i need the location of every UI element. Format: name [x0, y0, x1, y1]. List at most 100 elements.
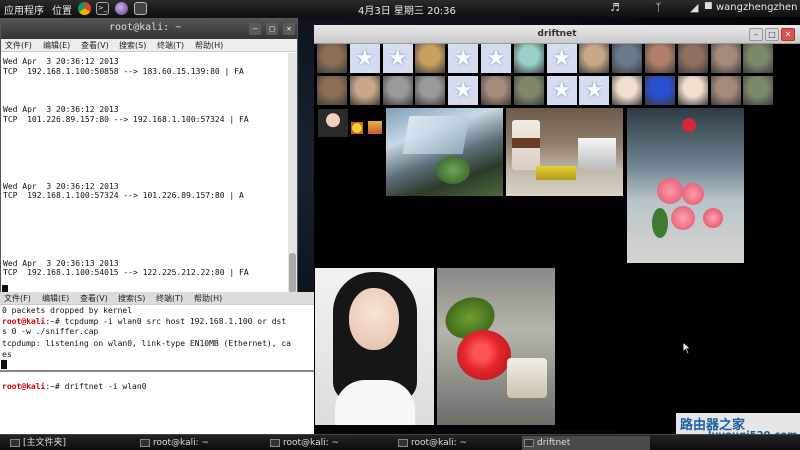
photo-thumb[interactable]	[710, 44, 741, 73]
photo-thumb[interactable]	[317, 44, 347, 73]
terminal-window-top[interactable]: root@kali: ~ – □ ✕ 文件(F) 编辑(E) 查看(V) 搜索(…	[0, 18, 298, 296]
star-placeholder[interactable]: ★	[546, 76, 577, 105]
rose-thumb[interactable]	[645, 76, 675, 105]
photo-thumb[interactable]	[579, 44, 610, 73]
star-placeholder[interactable]: ★	[448, 76, 479, 105]
bluetooth-icon[interactable]: ᛉ	[655, 1, 662, 14]
menu-help[interactable]: 帮助(H)	[194, 294, 222, 303]
star-icon: ★	[486, 46, 506, 71]
star-placeholder[interactable]: ★	[448, 44, 479, 73]
photo-thumb[interactable]	[317, 76, 347, 105]
terminal-icon	[270, 439, 280, 447]
red-rose-photo[interactable]	[437, 268, 555, 425]
photo-thumb[interactable]	[612, 44, 643, 73]
terminal-line: es	[2, 350, 12, 359]
star-icon: ★	[453, 78, 474, 103]
terminal-titlebar[interactable]: root@kali: ~ – □ ✕	[1, 19, 297, 39]
office-plants-photo[interactable]	[386, 108, 503, 196]
photo-thumb[interactable]	[743, 76, 774, 105]
maximize-button[interactable]: □	[765, 28, 779, 41]
star-placeholder[interactable]: ★	[481, 44, 511, 73]
menu-view[interactable]: 查看(V)	[81, 41, 109, 50]
anime-thumb[interactable]	[513, 44, 544, 73]
gray-thumb[interactable]	[382, 76, 413, 105]
flowers-photo[interactable]	[627, 108, 744, 263]
terminal-line: Wed Apr 3 20:36:12 2013	[3, 181, 119, 191]
small-portrait[interactable]	[318, 109, 348, 137]
photo-thumb[interactable]	[481, 76, 511, 105]
chrome-icon[interactable]	[78, 2, 91, 15]
terminal-window-middle[interactable]: 文件(F) 编辑(E) 查看(V) 搜索(S) 终端(T) 帮助(H) 0 pa…	[0, 292, 314, 370]
iceweasel-icon[interactable]	[115, 2, 128, 15]
menu-edit[interactable]: 编辑(E)	[42, 294, 69, 303]
scrollbar-thumb[interactable]	[289, 253, 296, 293]
terminal-icon	[140, 439, 150, 447]
photo-thumb[interactable]	[349, 76, 380, 105]
cartoon-thumb[interactable]	[612, 76, 643, 105]
photo-thumb[interactable]	[513, 76, 544, 105]
photo-thumb[interactable]	[743, 44, 774, 73]
screenshot-icon[interactable]	[134, 2, 147, 15]
terminal-line: Wed Apr 3 20:36:12 2013	[3, 105, 119, 114]
terminal-output[interactable]: Wed Apr 3 20:36:12 2013 TCP 192.168.1.100…	[1, 53, 289, 293]
coffee-books-photo[interactable]	[506, 108, 623, 196]
photo-thumb[interactable]	[677, 44, 708, 73]
volume-icon[interactable]: ♬	[610, 1, 620, 14]
menu-terminal[interactable]: 终端(T)	[157, 41, 184, 50]
tiny-icon[interactable]	[368, 121, 382, 134]
user-name[interactable]: wangzhengzhen	[716, 2, 798, 13]
terminal-menubar: 文件(F) 编辑(E) 查看(V) 搜索(S) 终端(T) 帮助(H)	[1, 39, 297, 52]
command-text: :~# tcpdump -i wlan0 src host 192.168.1.…	[45, 317, 287, 326]
terminal-line: TCP 192.168.1.100:50858 --> 183.60.15.13…	[3, 66, 244, 76]
menu-file[interactable]: 文件(F)	[5, 41, 32, 50]
terminal-icon[interactable]: >_	[96, 2, 109, 15]
terminal-line: Wed Apr 3 20:36:12 2013	[3, 57, 119, 66]
taskbar-item-driftnet[interactable]: driftnet	[522, 436, 650, 450]
photo-thumb[interactable]	[710, 76, 741, 105]
menu-view[interactable]: 查看(V)	[80, 294, 108, 303]
taskbar-item-home-folder[interactable]: [主文件夹]	[8, 436, 132, 450]
applications-menu[interactable]: 应用程序	[4, 2, 44, 17]
star-placeholder[interactable]: ★	[579, 76, 610, 105]
taskbar-label: root@kali: ~	[283, 438, 340, 448]
scrollbar[interactable]	[288, 53, 297, 295]
menu-search[interactable]: 搜索(S)	[118, 294, 145, 303]
close-button[interactable]: ✕	[283, 23, 295, 35]
star-icon: ★	[387, 46, 408, 71]
minimize-button[interactable]: –	[749, 28, 763, 41]
network-icon[interactable]: ◢	[690, 1, 698, 14]
terminal-line: 0 packets dropped by kernel	[2, 306, 133, 315]
taskbar-item-terminal[interactable]: root@kali: ~	[396, 436, 520, 450]
menu-help[interactable]: 帮助(H)	[195, 41, 223, 50]
star-placeholder[interactable]: ★	[349, 44, 380, 73]
terminal-title: root@kali: ~	[109, 22, 182, 33]
tiny-icon[interactable]	[351, 122, 363, 134]
avatar-thumb[interactable]	[415, 44, 446, 73]
minimize-button[interactable]: –	[249, 23, 261, 35]
gray-thumb[interactable]	[415, 76, 446, 105]
photo-thumb[interactable]	[645, 44, 675, 73]
driftnet-window[interactable]: driftnet – □ ✕ ★ ★ ★ ★ ★ ★ ★ ★	[314, 25, 800, 430]
star-placeholder[interactable]: ★	[546, 44, 577, 73]
maximize-button[interactable]: □	[266, 23, 278, 35]
menu-search[interactable]: 搜索(S)	[119, 41, 146, 50]
taskbar-label: root@kali: ~	[153, 438, 210, 448]
menu-file[interactable]: 文件(F)	[4, 294, 31, 303]
terminal-line: tcpdump: listening on wlan0, link-type E…	[2, 339, 291, 348]
close-button[interactable]: ✕	[781, 28, 795, 41]
cartoon-thumb[interactable]	[677, 76, 708, 105]
places-menu[interactable]: 位置	[52, 2, 72, 17]
terminal-window-bottom[interactable]: root@kali:~# driftnet -i wlan0	[0, 370, 314, 434]
star-placeholder[interactable]: ★	[382, 44, 413, 73]
desktop: 应用程序 位置 >_ 4月3日 星期三 20:36 ♬ ᛉ ◢ ■ wangzh…	[0, 0, 800, 450]
menu-edit[interactable]: 编辑(E)	[43, 41, 70, 50]
driftnet-titlebar[interactable]: driftnet – □ ✕	[314, 25, 800, 44]
clock[interactable]: 4月3日 星期三 20:36	[358, 2, 456, 17]
star-icon: ★	[551, 46, 572, 71]
user-icon: ■	[704, 1, 713, 11]
menu-terminal[interactable]: 终端(T)	[156, 294, 183, 303]
taskbar-item-terminal[interactable]: root@kali: ~	[138, 436, 262, 450]
taskbar-item-terminal[interactable]: root@kali: ~	[268, 436, 392, 450]
terminal-prompt-line: root@kali:~# driftnet -i wlan0	[2, 382, 147, 391]
girl-portrait-photo[interactable]	[315, 268, 434, 425]
